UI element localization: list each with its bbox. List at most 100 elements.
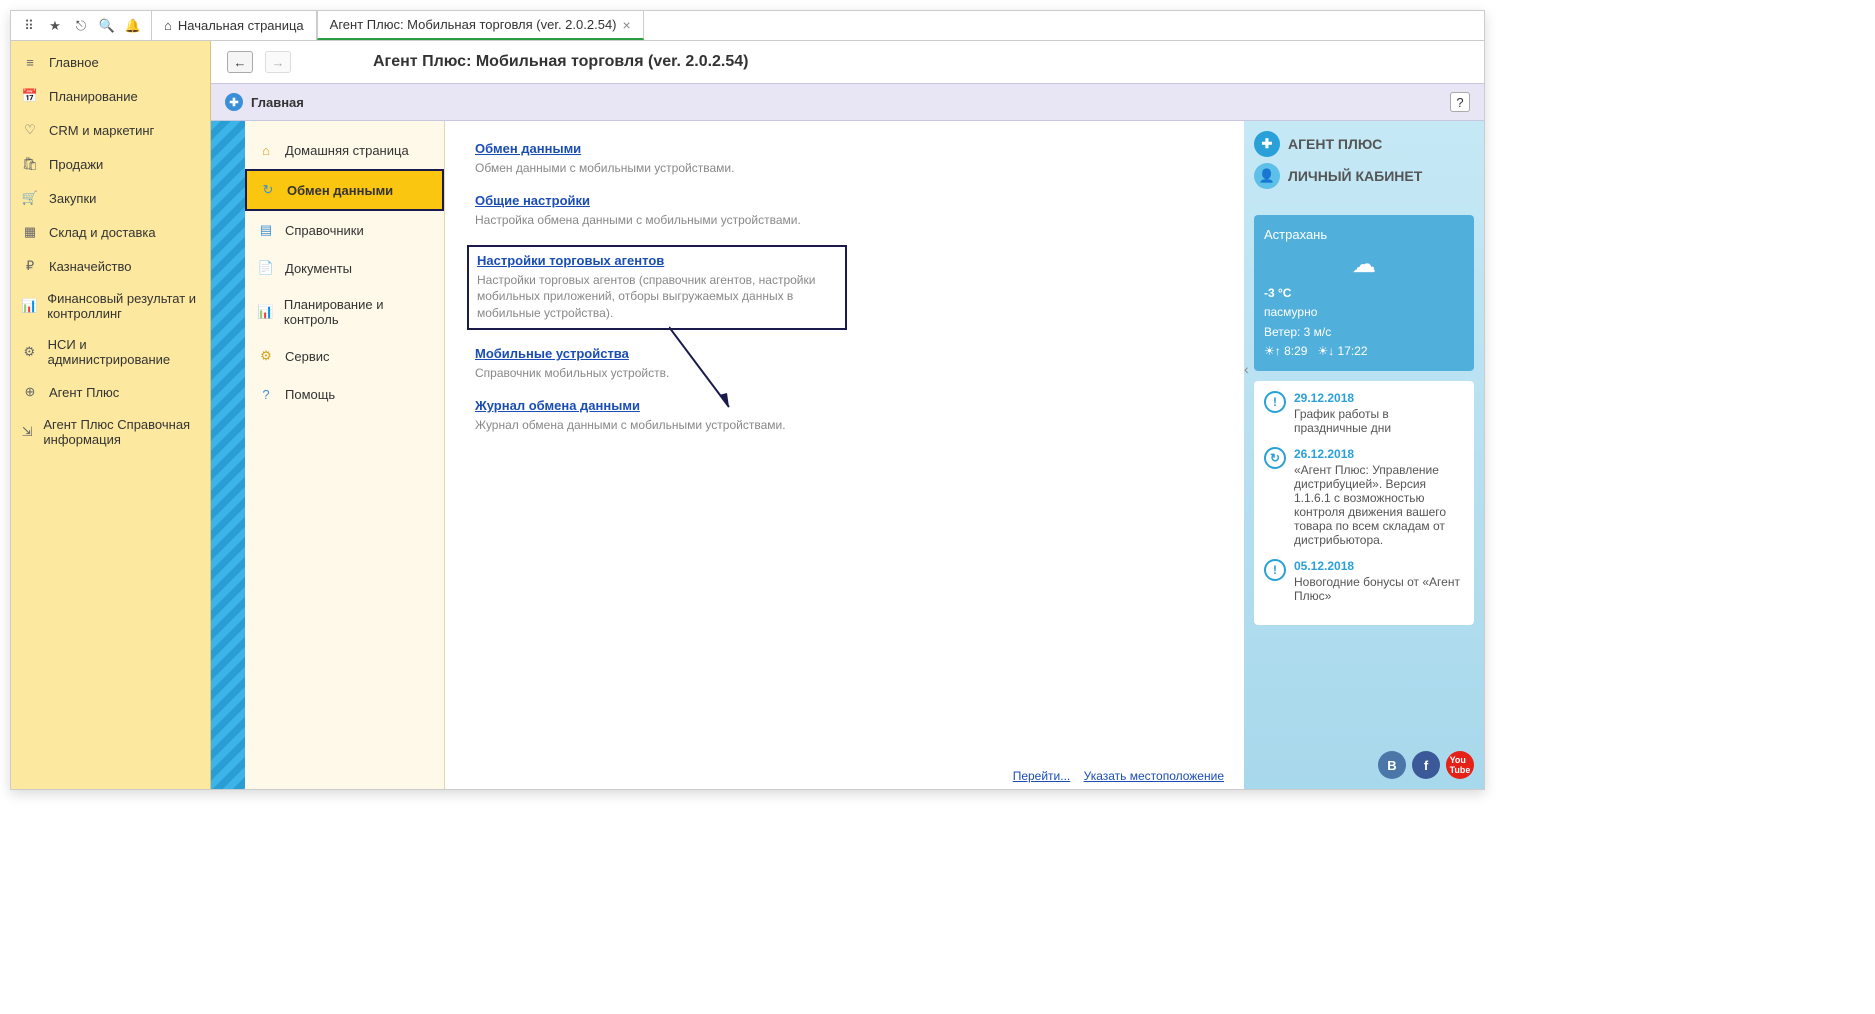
- submenu-exchange[interactable]: ↻Обмен данными: [245, 169, 444, 211]
- brand-agent-plus[interactable]: ✚ АГЕНТ ПЛЮС: [1254, 131, 1474, 157]
- content-header: ← → Агент Плюс: Мобильная торговля (ver.…: [211, 41, 1484, 83]
- alert-icon: !: [1264, 391, 1286, 413]
- subheader: ✚ Главная ?: [211, 83, 1484, 121]
- question-icon: ?: [257, 385, 275, 403]
- collapse-icon[interactable]: ‹: [1244, 361, 1249, 377]
- footer-location[interactable]: Указать местоположение: [1084, 769, 1224, 783]
- back-button[interactable]: ←: [227, 51, 253, 73]
- section-mobile: Мобильные устройства Справочник мобильны…: [475, 346, 855, 382]
- section-agents: Настройки торговых агентов Настройки тор…: [467, 245, 847, 330]
- sunset: ☀↓ 17:22: [1317, 342, 1367, 361]
- link-agents[interactable]: Настройки торговых агентов: [477, 253, 664, 268]
- weather-cond: пасмурно: [1264, 303, 1464, 322]
- brand-cabinet[interactable]: 👤 ЛИЧНЫЙ КАБИНЕТ: [1254, 163, 1474, 189]
- sunrise: ☀↑ 8:29: [1264, 342, 1307, 361]
- sidebar-item-planning[interactable]: 📅Планирование: [11, 79, 210, 113]
- submenu-service[interactable]: ⚙Сервис: [245, 337, 444, 375]
- cart-icon: 🛒: [21, 189, 39, 207]
- submenu: ⌂Домашняя страница ↻Обмен данными ▤Справ…: [245, 121, 445, 789]
- refresh-icon: ↻: [259, 181, 277, 199]
- sidebar-item-nsi[interactable]: ⚙НСИ и администрирование: [11, 329, 210, 375]
- link-journal[interactable]: Журнал обмена данными: [475, 398, 640, 413]
- gear-icon: ⚙: [21, 343, 38, 361]
- weather-widget: Астрахань ☁ -3 °С пасмурно Ветер: 3 м/с …: [1254, 215, 1474, 371]
- grid-icon: ▦: [21, 223, 39, 241]
- cloud-icon: ☁: [1264, 246, 1464, 284]
- sidebar-item-agent-help[interactable]: ⇲Агент Плюс Справочная информация: [11, 409, 210, 455]
- sidebar-item-crm[interactable]: ♡CRM и маркетинг: [11, 113, 210, 147]
- list-icon: ▤: [257, 221, 275, 239]
- subheader-label: Главная: [251, 95, 304, 110]
- menu-icon: ≡: [21, 53, 39, 71]
- main-sidebar: ≡Главное 📅Планирование ♡CRM и маркетинг …: [11, 41, 211, 789]
- sidebar-item-purchases[interactable]: 🛒Закупки: [11, 181, 210, 215]
- home-icon: ⌂: [164, 18, 172, 33]
- weather-wind: Ветер: 3 м/с: [1264, 323, 1464, 342]
- submenu-planning[interactable]: 📊Планирование и контроль: [245, 287, 444, 337]
- footer-links: Перейти... Указать местоположение: [1003, 769, 1224, 783]
- document-icon: 📄: [257, 259, 275, 277]
- apps-icon[interactable]: ⠿: [19, 16, 39, 36]
- sidebar-item-sales[interactable]: 🛍Продажи: [11, 147, 210, 181]
- right-panel: ‹ ✚ АГЕНТ ПЛЮС 👤 ЛИЧНЫЙ КАБИНЕТ Астрахан…: [1244, 121, 1484, 789]
- weather-temp: -3 °С: [1264, 284, 1464, 303]
- news-list: ! 29.12.2018График работы в праздничные …: [1254, 381, 1474, 625]
- news-item[interactable]: ! 05.12.2018Новогодние бонусы от «Агент …: [1264, 559, 1464, 603]
- sidebar-item-treasury[interactable]: ₽Казначейство: [11, 249, 210, 283]
- desc-exchange: Обмен данными с мобильными устройствами.: [475, 160, 855, 177]
- sidebar-item-finance[interactable]: 📊Финансовый результат и контроллинг: [11, 283, 210, 329]
- alert-icon: !: [1264, 559, 1286, 581]
- brand-icon: ✚: [1254, 131, 1280, 157]
- details-panel: Обмен данными Обмен данными с мобильными…: [445, 121, 1244, 789]
- link-mobile[interactable]: Мобильные устройства: [475, 346, 629, 361]
- close-icon[interactable]: ×: [623, 17, 631, 33]
- news-item[interactable]: ↻ 26.12.2018«Агент Плюс: Управление дист…: [1264, 447, 1464, 547]
- weather-city: Астрахань: [1264, 225, 1464, 246]
- refresh-icon: ↻: [1264, 447, 1286, 469]
- help-button[interactable]: ?: [1450, 92, 1470, 112]
- desc-settings: Настройка обмена данными с мобильными ус…: [475, 212, 855, 229]
- news-item[interactable]: ! 29.12.2018График работы в праздничные …: [1264, 391, 1464, 435]
- user-icon: 👤: [1254, 163, 1280, 189]
- section-settings: Общие настройки Настройка обмена данными…: [475, 193, 855, 229]
- submenu-documents[interactable]: 📄Документы: [245, 249, 444, 287]
- section-journal: Журнал обмена данными Журнал обмена данн…: [475, 398, 855, 434]
- decorative-strip: [211, 121, 245, 789]
- submenu-references[interactable]: ▤Справочники: [245, 211, 444, 249]
- submenu-help[interactable]: ?Помощь: [245, 375, 444, 413]
- section-exchange: Обмен данными Обмен данными с мобильными…: [475, 141, 855, 177]
- sidebar-item-main[interactable]: ≡Главное: [11, 45, 210, 79]
- desc-agents: Настройки торговых агентов (справочник а…: [477, 272, 837, 322]
- ruble-icon: ₽: [21, 257, 39, 275]
- chart-icon: 📊: [21, 297, 37, 315]
- link-exchange[interactable]: Обмен данными: [475, 141, 581, 156]
- sidebar-item-warehouse[interactable]: ▦Склад и доставка: [11, 215, 210, 249]
- calendar-icon: 📅: [21, 87, 39, 105]
- topbar: ⠿ ★ ⎋ 🔍 🔔 ⌂ Начальная страница Агент Плю…: [11, 11, 1484, 41]
- plus-icon: ✚: [225, 93, 243, 111]
- page-title: Агент Плюс: Мобильная торговля (ver. 2.0…: [373, 53, 749, 71]
- home-icon: ⌂: [257, 141, 275, 159]
- notification-icon[interactable]: 🔔: [123, 16, 143, 36]
- agent-icon: ⊕: [21, 383, 39, 401]
- vk-icon[interactable]: B: [1378, 751, 1406, 779]
- desc-journal: Журнал обмена данными с мобильными устро…: [475, 417, 855, 434]
- submenu-home[interactable]: ⌂Домашняя страница: [245, 131, 444, 169]
- desc-mobile: Справочник мобильных устройств.: [475, 365, 855, 382]
- bag-icon: 🛍: [21, 155, 39, 173]
- tab-agent-plus[interactable]: Агент Плюс: Мобильная торговля (ver. 2.0…: [317, 11, 644, 40]
- bars-icon: 📊: [257, 303, 274, 321]
- gear-icon: ⚙: [257, 347, 275, 365]
- favorite-icon[interactable]: ★: [45, 16, 65, 36]
- link-settings[interactable]: Общие настройки: [475, 193, 590, 208]
- search-icon[interactable]: 🔍: [97, 16, 117, 36]
- forward-button[interactable]: →: [265, 51, 291, 73]
- tab-home[interactable]: ⌂ Начальная страница: [151, 11, 317, 40]
- tab-label: Агент Плюс: Мобильная торговля (ver. 2.0…: [330, 17, 617, 32]
- tab-label: Начальная страница: [178, 18, 304, 33]
- footer-goto[interactable]: Перейти...: [1013, 769, 1071, 783]
- history-icon[interactable]: ⎋: [71, 16, 91, 36]
- sidebar-item-agent-plus[interactable]: ⊕Агент Плюс: [11, 375, 210, 409]
- facebook-icon[interactable]: f: [1412, 751, 1440, 779]
- youtube-icon[interactable]: YouTube: [1446, 751, 1474, 779]
